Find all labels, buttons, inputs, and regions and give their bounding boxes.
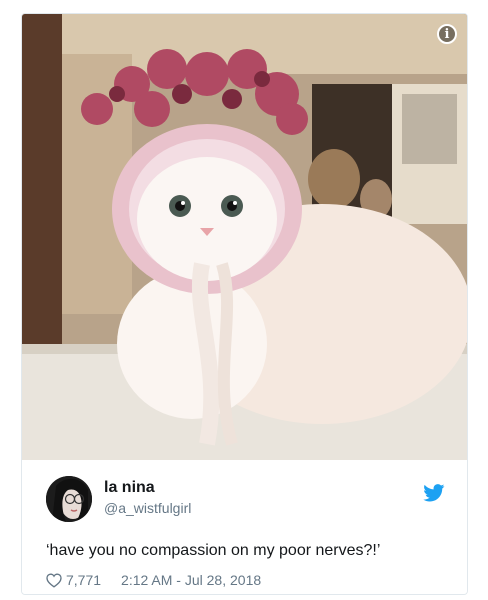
tweet-footer: 7,771 2:12 AM - Jul 28, 2018 — [46, 572, 261, 588]
info-icon[interactable]: i — [437, 24, 457, 44]
display-name[interactable]: la nina — [104, 479, 155, 497]
user-handle[interactable]: @a_wistfulgirl — [104, 500, 191, 516]
avatar[interactable] — [46, 476, 92, 522]
avatar-illustration — [46, 476, 92, 522]
tweet-photo[interactable]: i — [22, 14, 467, 460]
tweet-text: ‘have you no compassion on my poor nerve… — [46, 542, 381, 559]
like-count[interactable]: 7,771 — [66, 572, 101, 588]
tweet-card: i la nina @a_wistfulgirl ‘have you no co… — [21, 13, 468, 595]
heart-icon[interactable] — [46, 572, 62, 588]
cat-photo-illustration — [22, 14, 467, 460]
tweet-meta: la nina @a_wistfulgirl ‘have you no comp… — [22, 460, 467, 594]
twitter-bird-icon[interactable] — [423, 484, 445, 502]
timestamp-link[interactable]: 2:12 AM - Jul 28, 2018 — [121, 572, 261, 588]
